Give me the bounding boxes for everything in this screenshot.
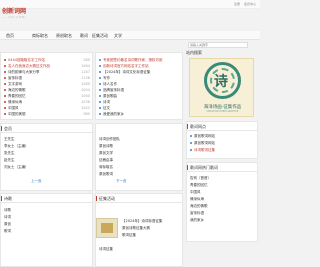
list-item[interactable]: 【2024年】诗词标语征集 bbox=[122, 218, 180, 224]
list-item[interactable]: 情深似海 bbox=[189, 196, 255, 202]
top-links: 注册 会员中心 bbox=[231, 2, 256, 6]
bottom-mid-title: 征集活动 bbox=[99, 196, 115, 201]
nav-item-literature[interactable]: 文学 bbox=[114, 33, 122, 39]
search-title: 站内搜索 bbox=[186, 50, 202, 55]
right-list-2-title: 歌词网热门歌词 bbox=[190, 165, 218, 170]
right-list-1: 歌词网点 原创歌词网站 原创歌词网站 诗词歌词征集 bbox=[186, 121, 258, 159]
search-input[interactable] bbox=[188, 42, 248, 48]
list-item[interactable]: 原创诗歌征集大赛 bbox=[122, 225, 180, 231]
feature-stamp-image[interactable]: 诗 海洋诗画·征集作品 CREATIVE POEM ARCHIVE bbox=[189, 58, 254, 117]
link-member-center[interactable]: 会员中心 bbox=[244, 2, 256, 6]
list-item[interactable]: 歌词征集 bbox=[122, 232, 180, 238]
list-item[interactable]: 诗词创作团队 bbox=[98, 136, 180, 142]
list-item[interactable]: 张先生 bbox=[3, 150, 90, 156]
list-item[interactable]: 原创诗歌 bbox=[98, 143, 180, 149]
site-logo[interactable]: 创新词网 …..CJC.COM bbox=[2, 8, 26, 19]
nav-item-events[interactable]: 征集活动 bbox=[92, 33, 108, 39]
list-item[interactable]: 诗词 bbox=[3, 214, 90, 220]
left-list-panel: 0444回路取名字工作站 280 名人在我身边大赛征文作品 1064 诗的韵律与大家… bbox=[0, 52, 93, 120]
list-item[interactable]: 歌词 bbox=[3, 228, 90, 234]
people-panel: 会员 王先生 李女士（主编） 张先生 赵先生 刘女士（主编） 上一页 bbox=[0, 123, 93, 191]
list-item[interactable]: 我的家乡 bbox=[189, 217, 255, 223]
right-list-2-header: 歌词网热门歌词 bbox=[187, 163, 257, 172]
list-item[interactable]: 王先生 bbox=[3, 136, 90, 142]
list-item[interactable]: 告别（首首） bbox=[189, 175, 255, 181]
list-item[interactable]: 刘女士（主编） bbox=[3, 164, 90, 170]
people-panel-header: 会员 bbox=[1, 124, 92, 133]
event-thumbnail[interactable] bbox=[96, 218, 118, 238]
logo-text: 创新词网 bbox=[2, 8, 27, 15]
list-item[interactable]: 青春的回忆 bbox=[189, 182, 255, 188]
list-item[interactable]: 诗歌 bbox=[3, 207, 90, 213]
right-list-2: 歌词网热门歌词 告别（首首） 青春的回忆 中国风 情深似海 海边的情歌 宣传标语… bbox=[186, 162, 258, 242]
list-item[interactable]: 中国的美丽 980 bbox=[3, 111, 90, 117]
list-item[interactable]: 征稿启事 bbox=[98, 157, 180, 163]
bottom-mid-header: 征集活动 bbox=[96, 194, 182, 203]
list-item[interactable]: 原创歌词 bbox=[98, 171, 180, 177]
list-item[interactable]: 原创歌词网站 bbox=[189, 133, 255, 139]
stamp-small: CREATIVE POEM ARCHIVE bbox=[206, 110, 239, 113]
list-item[interactable]: 赵先生 bbox=[3, 157, 90, 163]
top-bar: 注册 会员中心 bbox=[0, 0, 260, 9]
list-item[interactable]: 原创歌词网站 bbox=[189, 140, 255, 146]
nav-item-home[interactable]: 首页 bbox=[6, 33, 14, 39]
main-nav: 首页 商标取名 原创取名 歌词 征集活动 文学 bbox=[0, 31, 260, 40]
mid-list-panel: 专家团签约著名诗词歌作家，授权可用 创新诗词官方网站名字工作站 【2024年】诗… bbox=[95, 52, 183, 120]
nav-item-original[interactable]: 原创取名 bbox=[56, 33, 72, 39]
list-item[interactable]: 中国风 bbox=[189, 189, 255, 195]
links-panel: 诗词创作团队 原创诗歌 原创文学 征稿启事 商标取名 原创歌词 下一页 bbox=[95, 123, 183, 191]
list-item[interactable]: 原创文学 bbox=[98, 150, 180, 156]
list-item[interactable]: 我爱我的家乡 bbox=[98, 111, 180, 117]
right-list-1-header: 歌词网点 bbox=[187, 122, 257, 131]
list-item[interactable]: 宣传标语 bbox=[189, 210, 255, 216]
link-register[interactable]: 注册 bbox=[234, 2, 240, 6]
list-item[interactable]: 诗词征集 bbox=[99, 246, 180, 252]
right-list-1-title: 歌词网点 bbox=[190, 124, 206, 129]
stamp-char: 诗 bbox=[214, 74, 228, 90]
list-item[interactable]: 诗词歌词征集 bbox=[189, 147, 255, 153]
nav-item-lyrics[interactable]: 歌词 bbox=[80, 33, 88, 39]
people-panel-title: 会员 bbox=[4, 126, 12, 131]
list-item[interactable]: 商标取名 bbox=[98, 164, 180, 170]
bottom-left-title: 诗歌 bbox=[4, 196, 12, 201]
bottom-left-panel: 诗歌 诗歌 诗词 原创 歌词 bbox=[0, 193, 93, 267]
list-item[interactable]: 海边的情歌 bbox=[189, 203, 255, 209]
next-page-link[interactable]: 下一页 bbox=[116, 179, 127, 184]
nav-item-brand[interactable]: 商标取名 bbox=[32, 33, 48, 39]
logo-sub: …..CJC.COM bbox=[2, 15, 25, 19]
list-item[interactable]: 李女士（主编） bbox=[3, 143, 90, 149]
bottom-left-header: 诗歌 bbox=[1, 194, 92, 203]
list-item[interactable]: 原创 bbox=[3, 221, 90, 227]
prev-page-link[interactable]: 上一页 bbox=[31, 179, 42, 184]
